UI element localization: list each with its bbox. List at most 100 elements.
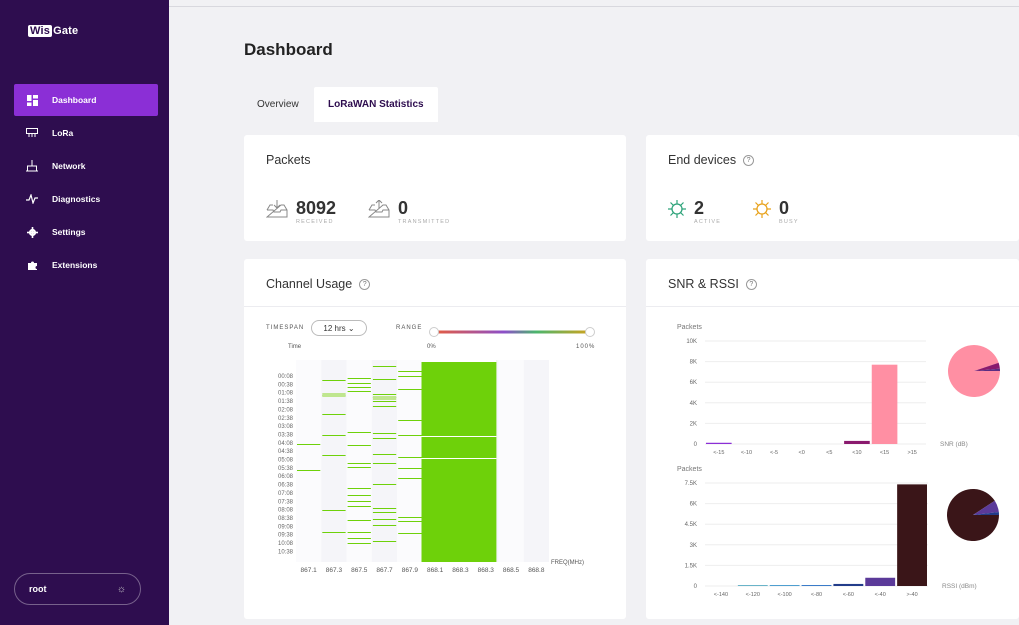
y-tick-label: 1.5K	[685, 563, 697, 569]
app-logo[interactable]: Wis Gate	[28, 25, 78, 37]
time-tick-label: 09:38	[278, 533, 294, 539]
channel-usage-line	[322, 380, 346, 381]
device-busy-icon	[753, 200, 771, 223]
sidebar-item-label: Extensions	[52, 260, 98, 270]
x-axis-label: RSSI (dBm)	[942, 583, 977, 590]
sidebar-item-settings[interactable]: Settings	[14, 216, 158, 248]
y-tick-label: 6K	[690, 380, 697, 386]
sidebar-item-label: Network	[52, 161, 86, 171]
freq-tick-label: 867.5	[351, 567, 368, 574]
bar	[801, 585, 832, 586]
channel-usage-block	[421, 360, 497, 562]
top-border	[169, 6, 1019, 7]
x-tick-label: >15	[908, 450, 917, 456]
time-tick-label: 02:08	[278, 407, 294, 413]
time-tick-label: 05:38	[278, 466, 294, 472]
sidebar-item-dashboard[interactable]: Dashboard	[14, 84, 158, 116]
bar	[737, 585, 768, 586]
channel-usage-line	[372, 401, 397, 402]
busy-label: BUSY	[779, 219, 799, 225]
sidebar-item-lora[interactable]: LoRa	[14, 117, 158, 149]
channel-usage-gap	[421, 360, 497, 362]
sidebar-item-network[interactable]: Network	[14, 150, 158, 182]
help-icon[interactable]: ?	[743, 154, 755, 166]
time-tick-label: 05:08	[278, 458, 294, 464]
channel-usage-line	[347, 532, 371, 533]
channel-usage-line	[372, 406, 397, 407]
transmitted-stat: 0 TRANSMITTED	[367, 198, 451, 225]
x-tick-label: <-100	[778, 592, 792, 598]
channel-usage-line	[372, 438, 397, 439]
y-tick-label: 8K	[690, 360, 697, 366]
time-tick-label: 03:38	[278, 432, 294, 438]
y-tick-label: 4.5K	[685, 522, 697, 528]
time-tick-label: 04:38	[278, 449, 294, 455]
received-label: RECEIVED	[296, 219, 334, 225]
channel-usage-line	[347, 495, 371, 496]
y-tick-label: 3K	[690, 543, 697, 549]
channel-column-bg	[321, 360, 347, 562]
channel-usage-line	[398, 435, 422, 436]
channel-usage-line	[347, 445, 371, 446]
sidebar-item-label: Settings	[52, 227, 86, 237]
page-title: Dashboard	[244, 40, 333, 59]
channel-usage-line	[322, 393, 346, 397]
y-tick-label: 10K	[686, 339, 697, 345]
bar	[706, 442, 732, 444]
channel-usage-line	[322, 510, 346, 511]
lora-icon	[26, 127, 38, 139]
channel-usage-line	[372, 508, 397, 509]
channel-usage-line	[297, 470, 321, 471]
channel-usage-line	[398, 533, 422, 534]
channel-usage-line	[347, 467, 371, 468]
user-menu-button[interactable]: root ☼	[14, 573, 141, 605]
transmitted-label: TRANSMITTED	[398, 219, 451, 225]
time-tick-label: 06:38	[278, 483, 294, 489]
time-tick-label: 07:08	[278, 491, 294, 497]
bar	[897, 484, 927, 586]
x-tick-label: <-40	[875, 592, 886, 598]
x-tick-label: <-15	[713, 450, 724, 456]
sidebar-item-diagnostics[interactable]: Diagnostics	[14, 183, 158, 215]
channel-usage-line	[398, 521, 422, 522]
device-active-icon	[668, 200, 686, 223]
channel-usage-line	[347, 538, 371, 539]
packets-card: Packets 8092 RECEIVED 0 TRANSMITTED	[244, 135, 626, 241]
time-tick-label: 01:38	[278, 399, 294, 405]
time-tick-label: 00:38	[278, 382, 294, 388]
channel-usage-line	[398, 371, 422, 372]
y-tick-label: 4K	[690, 401, 697, 407]
channel-column-bg	[371, 360, 398, 562]
x-axis-label: SNR (dB)	[940, 441, 968, 448]
inbox-download-icon	[265, 200, 288, 223]
sidebar-item-extensions[interactable]: Extensions	[14, 249, 158, 281]
freq-tick-label: 867.1	[301, 567, 318, 574]
time-tick-label: 02:38	[278, 416, 294, 422]
channel-usage-line	[372, 396, 397, 400]
channel-usage-line	[372, 394, 397, 395]
channel-usage-line	[347, 391, 371, 392]
tab-overview[interactable]: Overview	[244, 87, 312, 122]
channel-usage-line	[322, 435, 346, 436]
received-count: 8092	[296, 198, 337, 218]
active-label: ACTIVE	[694, 219, 722, 225]
tab-lorawan-statistics[interactable]: LoRaWAN Statistics	[314, 87, 438, 122]
settings-icon: ☼	[116, 583, 126, 595]
gear-icon	[26, 226, 38, 238]
freq-tick-label: 867.3	[326, 567, 343, 574]
time-tick-label: 06:08	[278, 474, 294, 480]
channel-usage-line	[347, 520, 371, 521]
bar	[769, 585, 800, 586]
freq-tick-label: 868.8	[528, 567, 545, 574]
sidebar-item-label: Diagnostics	[52, 194, 101, 204]
x-tick-label: <-120	[746, 592, 760, 598]
freq-tick-label: 867.9	[402, 567, 419, 574]
channel-usage-line	[398, 468, 422, 469]
channel-usage-line	[347, 378, 371, 379]
time-tick-label: 04:08	[278, 441, 294, 447]
active-count: 2	[694, 198, 705, 218]
channel-usage-line	[398, 478, 422, 479]
bar	[871, 364, 898, 444]
y-tick-label: 6K	[690, 502, 697, 508]
channel-column-bg	[523, 360, 549, 562]
